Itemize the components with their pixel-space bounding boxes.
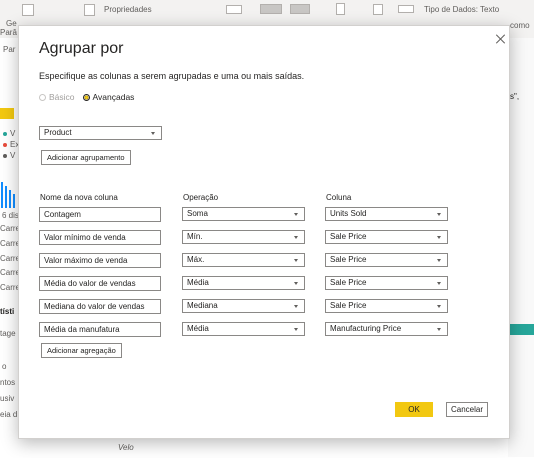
radio-basic-indicator <box>39 93 46 101</box>
chevron-down-icon <box>437 305 441 308</box>
group-column-value: Product <box>44 128 72 137</box>
ok-button[interactable]: OK <box>395 402 433 417</box>
operation-select[interactable]: Média <box>182 322 305 336</box>
column-value: Sale Price <box>330 278 367 287</box>
chevron-down-icon <box>151 132 155 135</box>
radio-advanced-indicator <box>82 93 90 101</box>
chevron-down-icon <box>294 328 298 331</box>
column-value: Sale Price <box>330 255 367 264</box>
operation-value: Máx. <box>187 255 205 264</box>
cancel-button[interactable]: Cancelar <box>446 402 488 417</box>
operation-select[interactable]: Mín. <box>182 230 305 244</box>
chevron-down-icon <box>294 305 298 308</box>
header-operation: Operação <box>183 193 219 202</box>
operation-select[interactable]: Média <box>182 276 305 290</box>
chevron-down-icon <box>294 259 298 262</box>
chevron-down-icon <box>294 213 298 216</box>
new-column-name-input[interactable]: Mediana do valor de vendas <box>39 299 161 314</box>
modal-overlay: Agrupar por Especifique as colunas a ser… <box>0 0 534 457</box>
radio-basic-label: Básico <box>49 92 75 102</box>
operation-select[interactable]: Mediana <box>182 299 305 313</box>
dialog-title: Agrupar por <box>39 40 124 57</box>
column-select[interactable]: Sale Price <box>325 276 448 290</box>
operation-value: Mediana <box>187 301 218 310</box>
chevron-down-icon <box>437 328 441 331</box>
chevron-down-icon <box>437 282 441 285</box>
column-select[interactable]: Sale Price <box>325 253 448 267</box>
radio-basic[interactable]: Básico <box>39 92 75 102</box>
column-value: Sale Price <box>330 301 367 310</box>
chevron-down-icon <box>437 259 441 262</box>
chevron-down-icon <box>437 236 441 239</box>
operation-select[interactable]: Máx. <box>182 253 305 267</box>
header-new-column-name: Nome da nova coluna <box>40 193 118 202</box>
new-column-name-input[interactable]: Valor máximo de venda <box>39 253 161 268</box>
add-aggregation-button[interactable]: Adicionar agregação <box>41 343 122 358</box>
column-select[interactable]: Manufacturing Price <box>325 322 448 336</box>
new-column-name-input[interactable]: Média da manufatura <box>39 322 161 337</box>
group-by-dialog: Agrupar por Especifique as colunas a ser… <box>18 25 510 439</box>
mode-radio-group: Básico Avançadas <box>39 92 142 102</box>
column-select[interactable]: Units Sold <box>325 207 448 221</box>
column-value: Sale Price <box>330 232 367 241</box>
chevron-down-icon <box>294 282 298 285</box>
new-column-name-input[interactable]: Valor mínimo de venda <box>39 230 161 245</box>
radio-advanced[interactable]: Avançadas <box>82 92 135 102</box>
close-icon[interactable] <box>495 33 507 45</box>
header-column: Coluna <box>326 193 352 202</box>
operation-value: Mín. <box>187 232 203 241</box>
group-column-select[interactable]: Product <box>39 126 162 140</box>
chevron-down-icon <box>437 213 441 216</box>
chevron-down-icon <box>294 236 298 239</box>
operation-select[interactable]: Soma <box>182 207 305 221</box>
column-select[interactable]: Sale Price <box>325 299 448 313</box>
radio-advanced-label: Avançadas <box>92 92 135 102</box>
operation-value: Soma <box>187 209 208 218</box>
column-select[interactable]: Sale Price <box>325 230 448 244</box>
operation-value: Média <box>187 324 209 333</box>
add-grouping-button[interactable]: Adicionar agrupamento <box>41 150 131 165</box>
column-value: Units Sold <box>330 209 367 218</box>
operation-value: Média <box>187 278 209 287</box>
new-column-name-input[interactable]: Média do valor de vendas <box>39 276 161 291</box>
dialog-description: Especifique as colunas a serem agrupadas… <box>39 71 305 81</box>
column-value: Manufacturing Price <box>330 324 402 333</box>
new-column-name-input[interactable]: Contagem <box>39 207 161 222</box>
